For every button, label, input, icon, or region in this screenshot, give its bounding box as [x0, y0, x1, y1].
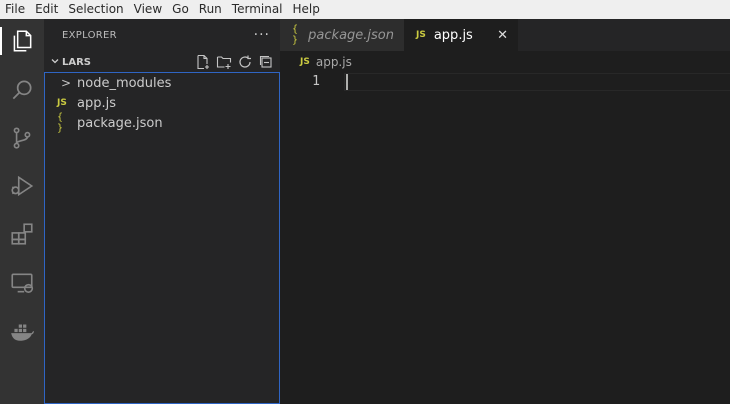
tree-item-package-json[interactable]: { } package.json: [45, 112, 279, 134]
menu-selection[interactable]: Selection: [63, 0, 128, 19]
current-line-highlight: [344, 73, 730, 91]
run-debug-icon[interactable]: [8, 172, 36, 200]
json-file-icon: { }: [57, 112, 64, 134]
menu-file[interactable]: File: [0, 0, 30, 19]
tab-label: package.json: [308, 27, 394, 43]
collapse-all-icon[interactable]: [258, 54, 274, 70]
new-folder-icon[interactable]: [216, 54, 232, 70]
menu-help[interactable]: Help: [288, 0, 325, 19]
js-file-icon: JS: [300, 57, 310, 67]
text-cursor: [346, 74, 348, 90]
js-file-icon: JS: [57, 98, 67, 108]
chevron-down-icon: [48, 56, 62, 69]
chevron-right-icon: >: [60, 76, 72, 90]
tree-item-app-js[interactable]: JS app.js: [45, 93, 279, 113]
menu-run[interactable]: Run: [194, 0, 227, 19]
search-icon[interactable]: [8, 76, 36, 104]
tree-item-label: node_modules: [77, 75, 172, 91]
menu-go[interactable]: Go: [167, 0, 194, 19]
tree-item-label: package.json: [77, 115, 163, 131]
refresh-icon[interactable]: [237, 54, 253, 70]
tab-label: app.js: [433, 27, 473, 43]
tree-item-label: app.js: [77, 95, 116, 111]
line-number: 1: [312, 74, 320, 89]
js-file-icon: JS: [416, 30, 426, 40]
sidebar-header: EXPLORER ···: [44, 19, 280, 51]
more-actions-icon[interactable]: ···: [254, 27, 270, 43]
tab-app-js[interactable]: JS app.js ✕: [404, 19, 518, 51]
menu-view[interactable]: View: [129, 0, 167, 19]
extensions-icon[interactable]: [8, 220, 36, 248]
source-control-icon[interactable]: [8, 124, 36, 152]
remote-explorer-icon[interactable]: [8, 269, 36, 297]
explorer-sidebar: EXPLORER ··· LARS > node_modules JS app.…: [44, 19, 280, 404]
explorer-icon[interactable]: [0, 27, 36, 55]
json-file-icon: { }: [292, 24, 299, 46]
menu-edit[interactable]: Edit: [30, 0, 63, 19]
close-icon[interactable]: ✕: [497, 28, 508, 43]
sidebar-title: EXPLORER: [62, 29, 117, 41]
breadcrumb: JS app.js: [280, 51, 730, 73]
docker-icon[interactable]: [8, 317, 36, 345]
breadcrumb-item[interactable]: app.js: [316, 55, 352, 69]
file-tree: > node_modules JS app.js { } package.jso…: [44, 72, 280, 404]
menu-terminal[interactable]: Terminal: [227, 0, 288, 19]
code-editor[interactable]: 1: [280, 73, 730, 404]
workspace-section-header[interactable]: LARS: [44, 51, 280, 73]
tree-item-node-modules[interactable]: > node_modules: [45, 73, 279, 93]
tab-package-json[interactable]: { } package.json: [280, 19, 404, 51]
new-file-icon[interactable]: [195, 54, 211, 70]
workspace-title: LARS: [62, 56, 92, 68]
activity-bar: [0, 19, 44, 404]
editor-tab-bar: { } package.json JS app.js ✕: [280, 19, 730, 51]
menu-bar: File Edit Selection View Go Run Terminal…: [0, 0, 730, 19]
section-actions: [195, 54, 280, 70]
